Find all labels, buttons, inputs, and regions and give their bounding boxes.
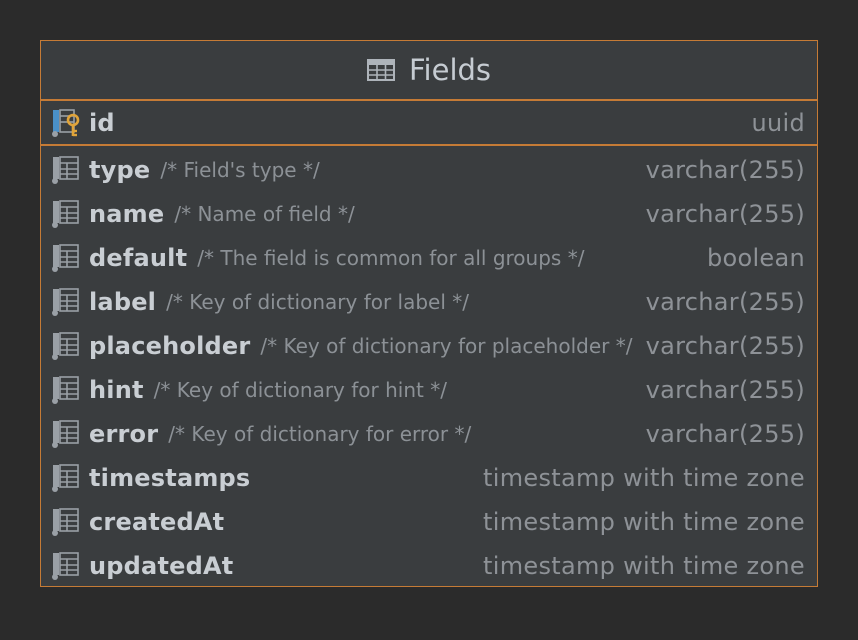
column-icon bbox=[52, 420, 79, 448]
column-comment: /* Key of dictionary for label */ bbox=[166, 290, 470, 314]
table-node-fields[interactable]: Fields id uuid type /* Field's type */ v… bbox=[40, 40, 818, 587]
column-type: varchar(255) bbox=[645, 376, 805, 404]
column-row-placeholder[interactable]: placeholder /* Key of dictionary for pla… bbox=[41, 324, 817, 368]
column-icon bbox=[52, 288, 79, 316]
column-name: default bbox=[89, 244, 188, 272]
column-type: varchar(255) bbox=[645, 288, 805, 316]
column-type: timestamp with time zone bbox=[483, 552, 805, 580]
column-row-name[interactable]: name /* Name of field */ varchar(255) bbox=[41, 192, 817, 236]
column-name: hint bbox=[89, 376, 144, 404]
column-row-updatedat[interactable]: updatedAt timestamp with time zone bbox=[41, 544, 817, 588]
column-name: updatedAt bbox=[89, 552, 234, 580]
column-icon bbox=[52, 244, 79, 272]
column-type: uuid bbox=[751, 108, 805, 137]
column-row-timestamps[interactable]: timestamps timestamp with time zone bbox=[41, 456, 817, 500]
column-name: error bbox=[89, 420, 159, 448]
column-type: timestamp with time zone bbox=[483, 508, 805, 536]
column-row-label[interactable]: label /* Key of dictionary for label */ … bbox=[41, 280, 817, 324]
column-name: type bbox=[89, 156, 151, 184]
column-icon bbox=[52, 464, 79, 492]
column-row-type[interactable]: type /* Field's type */ varchar(255) bbox=[41, 148, 817, 192]
column-icon bbox=[52, 552, 79, 580]
column-type: varchar(255) bbox=[645, 332, 805, 360]
primary-key-column-icon bbox=[52, 108, 80, 137]
column-comment: /* Name of field */ bbox=[174, 202, 355, 226]
column-row-default[interactable]: default /* The field is common for all g… bbox=[41, 236, 817, 280]
column-comment: /* The field is common for all groups */ bbox=[197, 246, 585, 270]
column-icon bbox=[52, 156, 79, 184]
column-name: name bbox=[89, 200, 165, 228]
column-type: timestamp with time zone bbox=[483, 464, 805, 492]
column-comment: /* Field's type */ bbox=[160, 158, 320, 182]
column-icon bbox=[52, 200, 79, 228]
column-comment: /* Key of dictionary for error */ bbox=[168, 422, 472, 446]
column-name: timestamps bbox=[89, 464, 251, 492]
column-comment: /* Key of dictionary for placeholder */ bbox=[260, 334, 633, 358]
column-comment: /* Key of dictionary for hint */ bbox=[153, 378, 447, 402]
column-type: varchar(255) bbox=[645, 156, 805, 184]
primary-key-row[interactable]: id uuid bbox=[41, 101, 817, 146]
column-name: label bbox=[89, 288, 157, 316]
column-name: createdAt bbox=[89, 508, 225, 536]
column-icon bbox=[52, 376, 79, 404]
column-list: type /* Field's type */ varchar(255) nam… bbox=[41, 146, 817, 588]
column-name: placeholder bbox=[89, 332, 251, 360]
column-icon bbox=[52, 332, 79, 360]
column-type: varchar(255) bbox=[645, 420, 805, 448]
column-icon bbox=[52, 508, 79, 536]
column-row-hint[interactable]: hint /* Key of dictionary for hint */ va… bbox=[41, 368, 817, 412]
table-header: Fields bbox=[41, 41, 817, 101]
column-name: id bbox=[89, 108, 115, 137]
table-title: Fields bbox=[408, 53, 492, 87]
table-icon bbox=[366, 59, 395, 81]
column-type: varchar(255) bbox=[645, 200, 805, 228]
column-row-error[interactable]: error /* Key of dictionary for error */ … bbox=[41, 412, 817, 456]
column-row-createdat[interactable]: createdAt timestamp with time zone bbox=[41, 500, 817, 544]
column-type: boolean bbox=[706, 244, 805, 272]
